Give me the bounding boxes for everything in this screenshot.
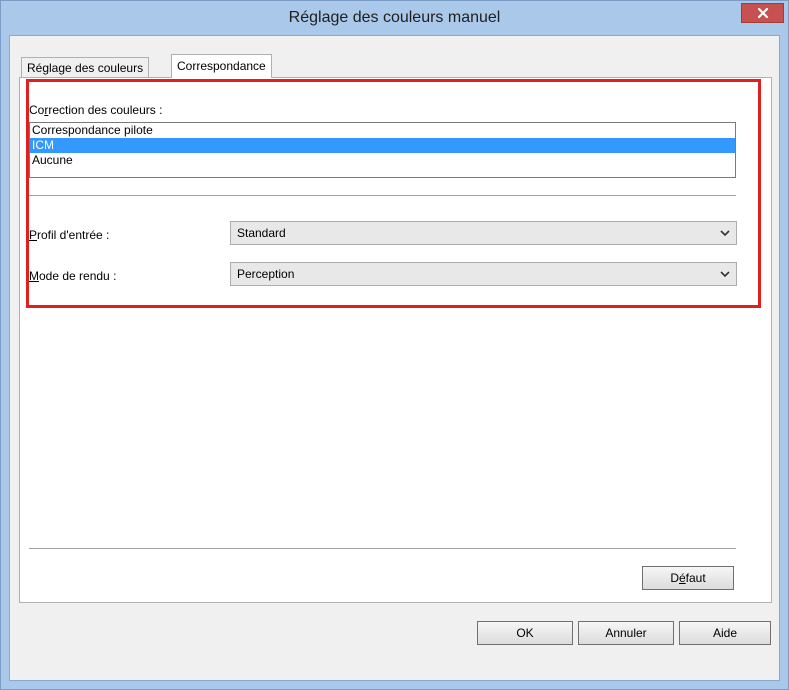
list-item-driver-matching[interactable]: Correspondance pilote <box>30 123 735 138</box>
input-profile-label: Profil d'entrée : <box>29 228 110 242</box>
color-correction-label: Correction des couleurs : <box>29 103 163 117</box>
close-button[interactable] <box>741 3 784 23</box>
help-button[interactable]: Aide <box>679 621 771 645</box>
ok-button[interactable]: OK <box>477 621 573 645</box>
color-correction-listbox[interactable]: Correspondance pilote ICM Aucune <box>29 122 736 178</box>
list-item-icm[interactable]: ICM <box>30 138 735 153</box>
cancel-button[interactable]: Annuler <box>578 621 674 645</box>
default-button[interactable]: Défaut <box>642 566 734 590</box>
chevron-down-icon <box>720 230 730 237</box>
dialog-client-area: Réglage des couleurs Correspondance Corr… <box>9 35 780 681</box>
dialog-window: Réglage des couleurs manuel Réglage des … <box>0 0 789 690</box>
input-profile-dropdown[interactable]: Standard <box>230 221 737 245</box>
default-button-label: Défaut <box>670 571 706 585</box>
divider <box>29 548 736 550</box>
tab-color-adjustment[interactable]: Réglage des couleurs <box>21 57 150 77</box>
list-item-none[interactable]: Aucune <box>30 153 735 168</box>
input-profile-value: Standard <box>237 226 286 240</box>
divider <box>29 195 736 197</box>
rendering-mode-dropdown[interactable]: Perception <box>230 262 737 286</box>
tab-label: Réglage des couleurs <box>27 61 144 75</box>
chevron-down-icon <box>720 271 730 278</box>
rendering-mode-label: Mode de rendu : <box>29 269 117 283</box>
tab-label: Correspondance <box>177 59 266 73</box>
title-bar[interactable]: Réglage des couleurs manuel <box>1 1 788 34</box>
tab-panel-matching: Correction des couleurs : Correspondance… <box>19 77 772 603</box>
close-icon <box>757 7 768 19</box>
rendering-mode-value: Perception <box>237 267 295 281</box>
window-title: Réglage des couleurs manuel <box>288 9 501 26</box>
tab-matching[interactable]: Correspondance <box>171 54 272 78</box>
